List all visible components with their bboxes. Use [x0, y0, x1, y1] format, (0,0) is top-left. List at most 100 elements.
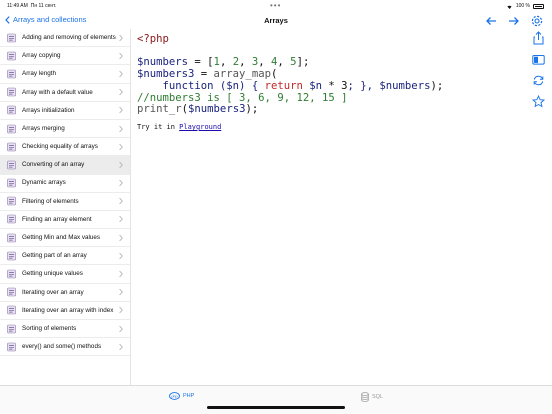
- chevron-right-icon: [119, 325, 123, 332]
- chevron-right-icon: [119, 289, 123, 296]
- array-topic-icon: [7, 251, 16, 261]
- code-token: *: [322, 79, 342, 92]
- tab-bar: php PHP SQL: [0, 385, 552, 414]
- list-item[interactable]: Arrays merging: [0, 120, 130, 139]
- chevron-right-icon: [119, 70, 123, 78]
- list-item[interactable]: Getting part of an array: [0, 247, 130, 266]
- list-item[interactable]: Array copying: [0, 47, 130, 66]
- chevron-right-icon: [119, 107, 123, 114]
- array-topic-icon: [7, 124, 16, 133]
- array-topic-icon: [7, 69, 16, 79]
- list-item[interactable]: Arrays initialization: [0, 102, 130, 120]
- code-number: 3: [251, 56, 259, 69]
- list-item[interactable]: Checking equality of arrays: [0, 138, 130, 157]
- chevron-right-icon: [119, 125, 123, 132]
- code-token: );: [245, 103, 259, 116]
- wifi-icon: [507, 5, 512, 9]
- array-topic-icon: [7, 196, 16, 206]
- code-keyword: return: [264, 79, 303, 92]
- code-number: 1: [213, 56, 220, 69]
- share-icon[interactable]: [532, 31, 545, 45]
- php-icon: php: [169, 392, 180, 400]
- list-item-label: Getting Min and Max values: [22, 234, 101, 241]
- code-token: (: [270, 68, 278, 81]
- array-topic-icon: [7, 106, 16, 115]
- array-topic-icon: [7, 51, 16, 61]
- list-item[interactable]: Converting of an array: [0, 156, 130, 175]
- chevron-right-icon: [119, 252, 123, 260]
- chevron-right-icon: [119, 161, 123, 169]
- chevron-right-icon: [119, 34, 123, 41]
- array-topic-icon: [7, 233, 16, 242]
- code-comment: //numbers3 is [ 3, 6, 9, 12, 15 ]: [137, 91, 348, 104]
- list-item-label: Adding and removing of elements: [22, 33, 116, 41]
- page-title: Arrays: [264, 16, 288, 25]
- list-item[interactable]: every() and some() methods: [0, 338, 130, 357]
- list-item-label: Arrays merging: [22, 124, 65, 132]
- list-item[interactable]: Iterating over an array: [0, 284, 130, 302]
- tab-php[interactable]: php PHP: [169, 392, 194, 400]
- code-token: =: [194, 68, 214, 81]
- multitasking-dots-icon[interactable]: •••: [270, 1, 281, 10]
- chevron-right-icon: [119, 88, 123, 96]
- code-number: 2: [232, 56, 240, 69]
- array-topic-icon: [7, 287, 16, 297]
- list-item[interactable]: Adding and removing of elements: [0, 29, 130, 48]
- array-topic-icon: [7, 306, 16, 315]
- try-it-prefix: Try it in: [137, 123, 180, 131]
- code-token: $numbers3: [188, 103, 246, 116]
- split-divider: [130, 29, 131, 385]
- list-item[interactable]: Iterating over an array with index: [0, 302, 130, 320]
- code-token: );: [430, 79, 444, 92]
- next-arrow-icon[interactable]: [507, 14, 521, 28]
- code-token: ($n) {: [213, 79, 265, 92]
- tab-php-label: PHP: [183, 393, 195, 399]
- home-indicator[interactable]: [207, 406, 345, 409]
- list-item[interactable]: Dynamic arrays: [0, 175, 130, 193]
- code-token: ; },: [347, 79, 380, 92]
- list-item-label: Arrays initialization: [22, 106, 75, 114]
- code-function: print_r: [137, 103, 182, 116]
- database-icon: [361, 392, 369, 402]
- tab-sql[interactable]: SQL: [361, 392, 383, 402]
- list-item-label: Iterating over an array: [22, 288, 84, 296]
- status-right: 100 %: [506, 3, 544, 9]
- list-item-label: Array with a default value: [22, 88, 93, 96]
- topics-list: Adding and removing of elements Array cop…: [0, 29, 130, 361]
- code-token: ];: [296, 56, 310, 69]
- array-topic-icon: [7, 178, 16, 188]
- star-icon[interactable]: [531, 94, 546, 109]
- array-topic-icon: [7, 324, 16, 333]
- code-token: $numbers3: [137, 68, 195, 81]
- chevron-right-icon: [119, 270, 123, 278]
- nav-actions: [484, 14, 544, 28]
- gear-icon[interactable]: [530, 14, 544, 28]
- code-keyword: function: [162, 79, 214, 92]
- list-item[interactable]: Array length: [0, 65, 130, 84]
- code-number: 4: [271, 56, 278, 69]
- list-item-label: Iterating over an array with index: [22, 306, 114, 314]
- previous-arrow-icon[interactable]: [484, 14, 498, 28]
- list-item-label: every() and some() methods: [22, 343, 102, 351]
- array-topic-icon: [7, 160, 16, 170]
- chevron-right-icon: [119, 52, 123, 59]
- list-item[interactable]: Finding an array element: [0, 211, 130, 230]
- list-item[interactable]: Sorting of elements: [0, 320, 130, 339]
- svg-text:php: php: [172, 394, 178, 398]
- list-item[interactable]: Filtering of elements: [0, 193, 130, 211]
- list-item-label: Converting of an array: [22, 161, 85, 169]
- sidebar-toggle-icon[interactable]: [532, 53, 545, 67]
- playground-link[interactable]: Playground: [179, 123, 221, 131]
- code-token: $n: [302, 79, 322, 92]
- list-item[interactable]: Array with a default value: [0, 84, 130, 102]
- list-item[interactable]: Getting unique values: [0, 265, 130, 284]
- list-item-label: Checking equality of arrays: [22, 143, 98, 151]
- chevron-right-icon: [119, 307, 123, 314]
- list-item[interactable]: Getting Min and Max values: [0, 229, 130, 248]
- list-item-label: Filtering of elements: [22, 197, 79, 205]
- status-time: 11:49 AM Пн 11 сент.: [7, 3, 56, 9]
- reload-icon[interactable]: [532, 74, 545, 88]
- array-topic-icon: [7, 142, 16, 152]
- code-function: array_map: [213, 68, 271, 81]
